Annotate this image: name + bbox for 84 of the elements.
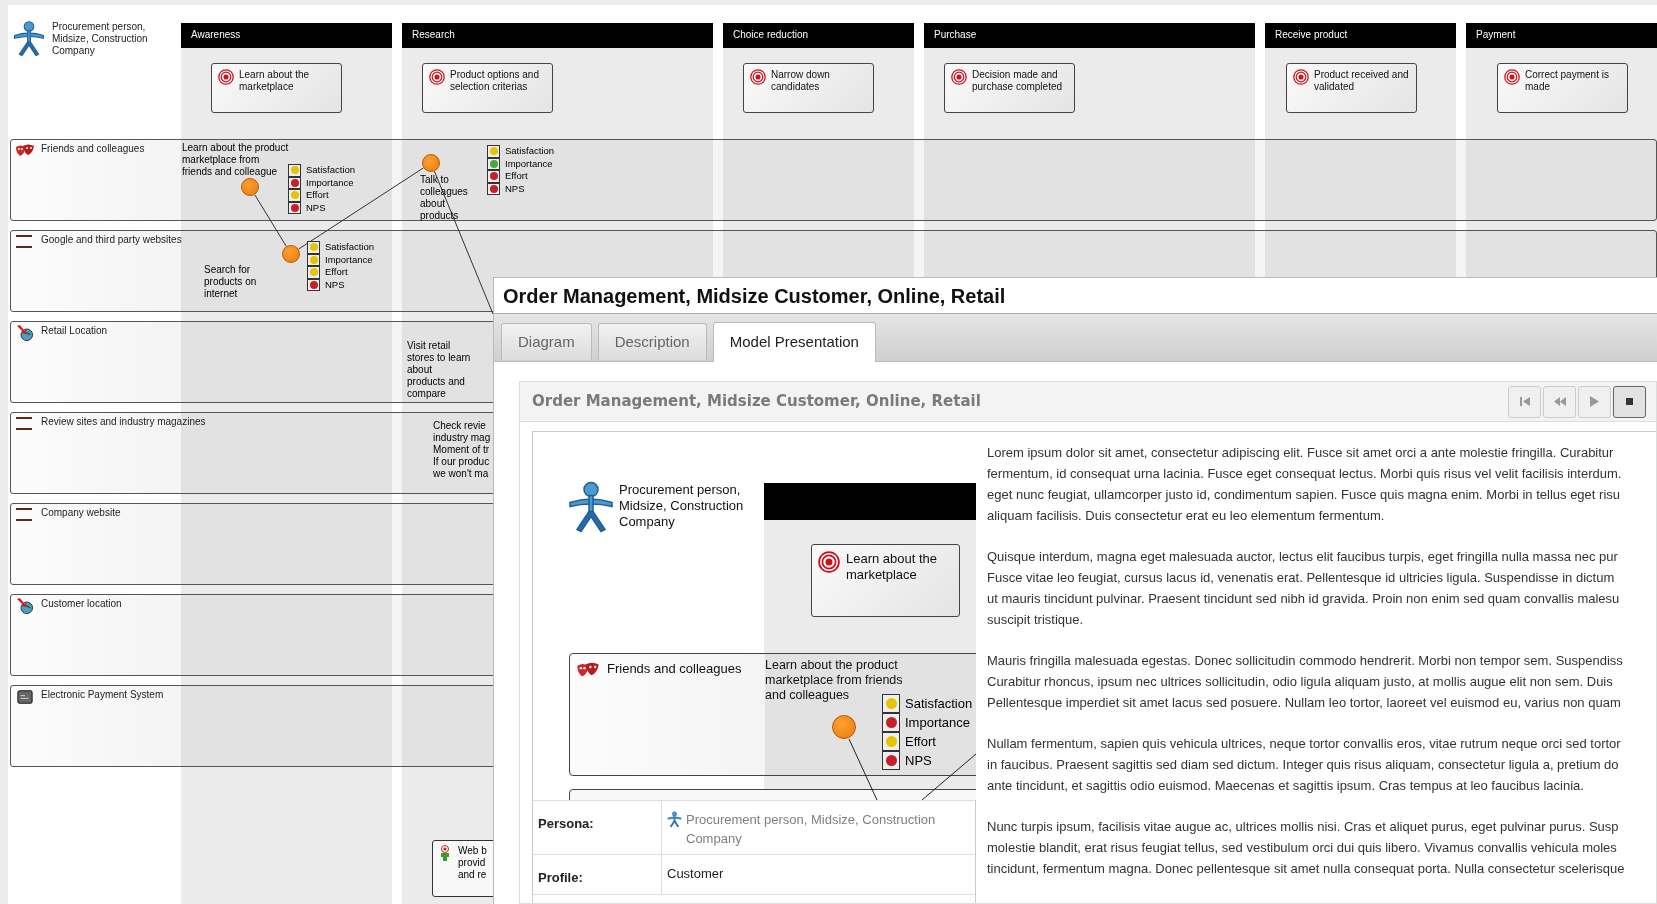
goal-text: Correct payment is made	[1525, 69, 1610, 94]
globe-arrow-icon	[15, 325, 35, 341]
tab[interactable]: Model Presentation	[712, 322, 876, 362]
stage-header: Awareness	[181, 23, 392, 48]
metric-label: Importance	[905, 713, 971, 732]
chip-icon	[15, 689, 35, 705]
tab[interactable]: Description	[597, 323, 707, 360]
person-icon	[567, 481, 615, 534]
globe-arrow-icon	[15, 598, 35, 614]
lane-label: Google and third party websites	[41, 234, 182, 246]
skip-back-icon	[1519, 397, 1530, 406]
stage-header: Choice reduction	[723, 23, 914, 48]
player-button[interactable]	[1613, 385, 1646, 418]
metric-label: NPS	[306, 200, 326, 215]
lane-label: Review sites and industry magazines	[41, 416, 206, 428]
metric-label: Importance	[325, 252, 373, 267]
lane-label: Retail Location	[41, 325, 108, 337]
target-icon	[1293, 69, 1309, 85]
goal-text: Decision made and purchase completed	[972, 69, 1064, 94]
lane-label: Friends and colleagues	[607, 661, 742, 677]
connector-line	[848, 738, 878, 800]
description-paragraph: Lorem ipsum dolor sit amet, consectetur adipiscing elit. Fusce sit amet orci a ante molestie fringilla. Curabitur fermentum, id consequat urna lacinia. Fusce eget consequat lectus. Morbi quis risus vel velit facilisis interdum. eget nunc feugiat, ullamcorper justo id, condimentum sapien. Fusce quis magna enim. Morbi in tellus eget risu aliquam facilisis. Duis consectetur erat eu leo elementum fermentum.	[987, 444, 1623, 525]
rewind-icon	[1553, 397, 1566, 406]
detail-value: Procurement person, Midsize, Construction Company	[686, 811, 937, 848]
goal-text: Product options and selection criterias	[450, 69, 540, 94]
metric-label: Effort	[505, 169, 528, 184]
stage-header: Purchase	[924, 23, 1255, 48]
target-icon	[429, 69, 445, 85]
goal-text: Learn about the marketplace	[846, 551, 938, 584]
metric-label: NPS	[505, 181, 525, 196]
target-icon	[218, 69, 234, 85]
description-paragraph: Nullam fermentum, sapien quis vehicula ultrices, neque tortor convallis eros, vitae rutrum neque orci sed tortor in faucibus. Praesent sagittis sed diam sed dictum. Integer quis risus aliquam, consectetur ligula a, pretium do ante tincidunt, et sagittis odio euismod. Maecenas et sagittis ipsum. Cras tempus at leo faucibus lacinia.	[987, 735, 1622, 795]
metric-label: NPS	[905, 751, 932, 770]
persona-name: Procurement person, Midsize, Construction Company	[619, 482, 744, 530]
target-icon	[750, 69, 766, 85]
goal-text: Product received and validated	[1314, 69, 1410, 94]
description-paragraph: Quisque interdum, magna eget malesuada auctor, lectus elit faucibus turpis, eget fringilla nulla massa nec pur Fusce vitae leo feugiat, cursus lacus id, venenatis erat. Pellentesque id ultricies ligula. Suspendisse in dictum ut mauris tincidunt pulvinar. Praesent tincidunt sed nibh id gravida. Proin non enim sed quam convallis malesu suscipit tristique.	[987, 548, 1621, 629]
lane-label: Company website	[41, 507, 121, 519]
connector-line	[254, 194, 287, 247]
metric-label: Satisfaction	[306, 163, 356, 178]
metric-label: Effort	[306, 188, 329, 203]
description-paragraph: Nunc turpis ipsum, facilisis vitae augue ac, ultrices mollis nisi. Cras et aliquet purus, eget pulvinar purus. Susp molestie blandit, erat risus feugiat tellus, sed vestibulum orci dui quis libero. Vivamus convallis vehicula moles tincidunt, fermentum magna. Donec pellentesque sit amet nulla consequat porta. Nulla consectetur scelerisque	[987, 818, 1625, 878]
metric-label: Satisfaction	[905, 694, 973, 713]
window-title: Order Management, Midsize Customer, Online, Retail	[503, 283, 1006, 309]
play-icon	[1590, 396, 1599, 407]
target-icon	[818, 551, 840, 573]
metric-label: NPS	[325, 277, 345, 292]
presentation-title: Order Management, Midsize Customer, Online, Retail	[532, 391, 981, 413]
lane-label: Customer location	[41, 598, 122, 610]
detail-value: Customer	[667, 865, 724, 883]
touchpoint-text: Web b provid and re	[458, 845, 487, 882]
lines-icon	[15, 507, 35, 523]
metric-label: Effort	[905, 732, 936, 751]
stage-header: Payment	[1466, 23, 1657, 48]
lines-icon	[15, 234, 35, 250]
touchpoint-text: Check revie industry mag Moment of tr If our produc we won't ma	[433, 420, 491, 480]
stage-header: Receive product	[1265, 23, 1456, 48]
target-icon	[1504, 69, 1520, 85]
metric-label: Satisfaction	[325, 240, 375, 255]
lane-label: Friends and colleagues	[41, 143, 145, 155]
metric-label: Importance	[505, 156, 553, 171]
target-icon	[951, 69, 967, 85]
stage-header: Research	[402, 23, 713, 48]
goal-text: Narrow down candidates	[771, 69, 831, 94]
touchpoint-text: Learn about the product marketplace from friends and colleague	[182, 142, 289, 178]
touchpoint-text: Visit retail stores to learn about products and compare	[407, 340, 471, 400]
goal-text: Learn about the marketplace	[239, 69, 311, 94]
masks-icon	[15, 143, 35, 159]
touchpoint-text: Learn about the product marketplace from friends and colleagues	[765, 658, 903, 703]
persona-name: Procurement person, Midsize, Construction Company	[52, 21, 149, 57]
lines-icon	[15, 416, 35, 432]
touchpoint-text: Search for products on internet	[204, 264, 257, 300]
stop-icon	[1626, 398, 1633, 405]
detail-label: Profile:	[538, 870, 583, 885]
person-icon	[667, 811, 682, 828]
metric-label: Importance	[306, 175, 354, 190]
signal-person-icon	[438, 845, 452, 861]
lane-label: Electronic Payment System	[41, 689, 164, 701]
detail-label: Persona:	[538, 816, 594, 831]
tab[interactable]: Diagram	[501, 323, 592, 360]
description-paragraph: Mauris fringilla malesuada egestas. Donec sollicitudin commodo hendrerit. Morbi non tempor sem. Suspendiss Curabitur rhoncus, ipsum nec ultrices sollicitudin, odio ligula aliquam justo, at mollis augue elit non sem. Duis Pellentesque imperdiet sit amet lacus sed posuere. Nullam leo tortor, laoreet vel euismod eu, varius non quam	[987, 652, 1624, 712]
touchpoint-text: Talk to colleagues about products	[420, 174, 468, 222]
metric-label: Satisfaction	[505, 144, 555, 159]
metric-label: Effort	[325, 265, 348, 280]
